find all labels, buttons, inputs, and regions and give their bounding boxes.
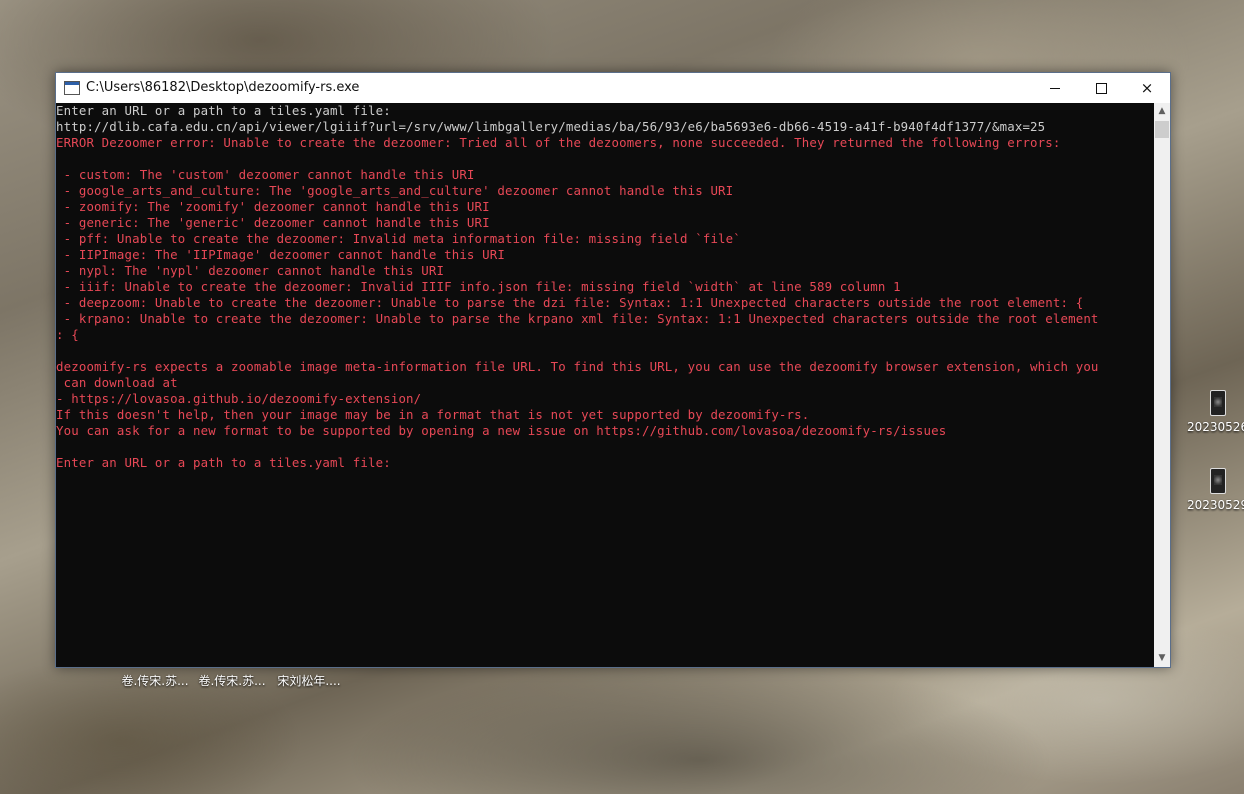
console-line: - deepzoom: Unable to create the dezoome… [56, 295, 1084, 310]
desktop-icon-label: 20230529 [1187, 498, 1244, 512]
console-line: You can ask for a new format to be suppo… [56, 423, 947, 438]
console-line: - zoomify: The 'zoomify' dezoomer cannot… [56, 199, 490, 214]
scroll-down-arrow-icon[interactable]: ▼ [1154, 650, 1170, 667]
title-bar[interactable]: C:\Users\86182\Desktop\dezoomify-rs.exe … [56, 73, 1170, 103]
maximize-button[interactable] [1078, 73, 1124, 103]
console-line: - IIPImage: The 'IIPImage' dezoomer cann… [56, 247, 505, 262]
console-line: Enter an URL or a path to a tiles.yaml f… [56, 455, 391, 470]
console-line: - custom: The 'custom' dezoomer cannot h… [56, 167, 475, 182]
scrollbar-thumb[interactable] [1155, 121, 1169, 138]
vertical-scrollbar[interactable]: ▲ ▼ [1154, 103, 1170, 667]
console-line: If this doesn't help, then your image ma… [56, 407, 810, 422]
desktop-icon-file-1[interactable]: 卷.传宋.苏... [116, 672, 194, 689]
console-line: - nypl: The 'nypl' dezoomer cannot handl… [56, 263, 445, 278]
console-line: ERROR Dezoomer error: Unable to create t… [56, 135, 1061, 150]
desktop-icon-label: 宋刘松年.... [277, 674, 341, 688]
console-line: http://dlib.cafa.edu.cn/api/viewer/lgiii… [56, 119, 1046, 134]
console-line: dezoomify-rs expects a zoomable image me… [56, 359, 1099, 374]
console-app-icon [64, 81, 80, 95]
console-line: Enter an URL or a path to a tiles.yaml f… [56, 103, 391, 118]
scroll-up-arrow-icon[interactable]: ▲ [1154, 103, 1170, 120]
console-line: - generic: The 'generic' dezoomer cannot… [56, 215, 490, 230]
console-line: - google_arts_and_culture: The 'google_a… [56, 183, 734, 198]
window-title: C:\Users\86182\Desktop\dezoomify-rs.exe [86, 80, 360, 95]
desktop-icon-label: 卷.传宋.苏... [121, 674, 189, 688]
photo-thumbnail-icon [1210, 390, 1226, 416]
console-line: - https://lovasoa.github.io/dezoomify-ex… [56, 391, 422, 406]
console-line: : { [56, 327, 79, 342]
console-line: - iiif: Unable to create the dezoomer: I… [56, 279, 901, 294]
close-icon: × [1140, 79, 1154, 97]
desktop-icon-file-3[interactable]: 宋刘松年.... [270, 672, 348, 689]
console-line: - pff: Unable to create the dezoomer: In… [56, 231, 741, 246]
minimize-icon [1050, 87, 1060, 89]
desktop-icon-label: 卷.传宋.苏... [198, 674, 266, 688]
close-button[interactable]: × [1124, 73, 1170, 103]
desktop-icon-label: 20230526 [1187, 420, 1244, 434]
maximize-icon [1095, 82, 1107, 94]
console-line: can download at [56, 375, 178, 390]
console-output[interactable]: Enter an URL or a path to a tiles.yaml f… [56, 103, 1154, 667]
console-line: - krpano: Unable to create the dezoomer:… [56, 311, 1099, 326]
desktop-icon-file-2[interactable]: 卷.传宋.苏... [193, 672, 271, 689]
minimize-button[interactable] [1032, 73, 1078, 103]
console-window[interactable]: C:\Users\86182\Desktop\dezoomify-rs.exe … [55, 72, 1171, 668]
photo-thumbnail-icon [1210, 468, 1226, 494]
